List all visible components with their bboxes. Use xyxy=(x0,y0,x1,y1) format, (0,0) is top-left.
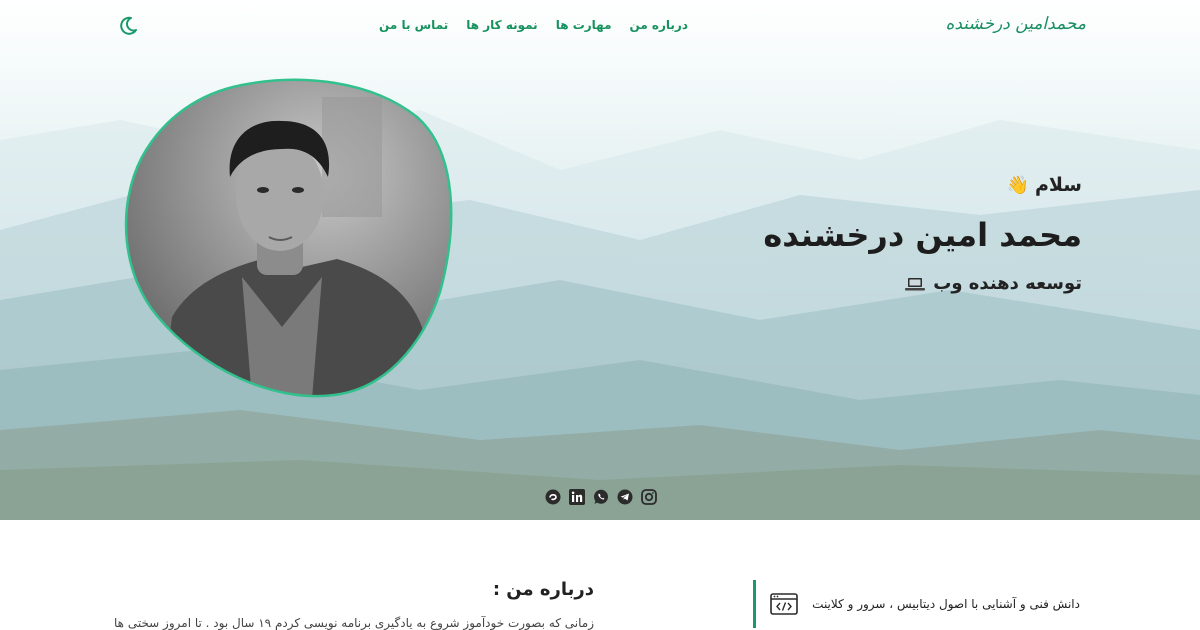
about-section-text: زمانی که بصورت خودآموز شروع به یادگیری ب… xyxy=(114,616,594,630)
site-logo[interactable]: محمدامین درخشنده xyxy=(945,14,1086,34)
skill-text: دانش فنی و آشنایی با اصول دیتابیس ، سرور… xyxy=(812,597,1080,611)
whatsapp-icon[interactable] xyxy=(593,489,609,505)
menu-item-skills[interactable]: مهارت ها xyxy=(556,18,612,32)
menu-item-about[interactable]: درباره من xyxy=(630,18,688,32)
skill-item: دانش فنی و آشنایی با اصول دیتابیس ، سرور… xyxy=(753,580,1080,628)
instagram-icon[interactable] xyxy=(641,489,657,505)
profile-photo xyxy=(122,77,456,399)
hero-role: توسعه دهنده وب xyxy=(905,273,1082,294)
dark-mode-moon-icon[interactable] xyxy=(118,16,138,36)
role-text: توسعه دهنده وب xyxy=(933,273,1082,294)
linkedin-icon[interactable] xyxy=(569,489,585,505)
hero-name: محمد امین درخشنده xyxy=(763,216,1082,254)
laptop-icon xyxy=(905,277,926,290)
menu-item-portfolio[interactable]: نمونه کار ها xyxy=(466,18,537,32)
main-menu: درباره من مهارت ها نمونه کار ها تماس با … xyxy=(379,18,688,32)
about-section-title: درباره من : xyxy=(492,579,594,600)
greeting: سلام 👋 xyxy=(1007,174,1082,196)
waving-hand-icon: 👋 xyxy=(1006,174,1029,196)
telegram-icon[interactable] xyxy=(617,489,633,505)
menu-item-contact[interactable]: تماس با من xyxy=(379,18,448,32)
greeting-text: سلام xyxy=(1034,174,1082,196)
skill-accent-bar xyxy=(753,580,757,628)
virgool-icon[interactable] xyxy=(545,489,561,505)
code-window-icon xyxy=(770,593,798,615)
navbar: محمدامین درخشنده درباره من مهارت ها نمون… xyxy=(0,0,1200,52)
social-links xyxy=(545,489,657,505)
